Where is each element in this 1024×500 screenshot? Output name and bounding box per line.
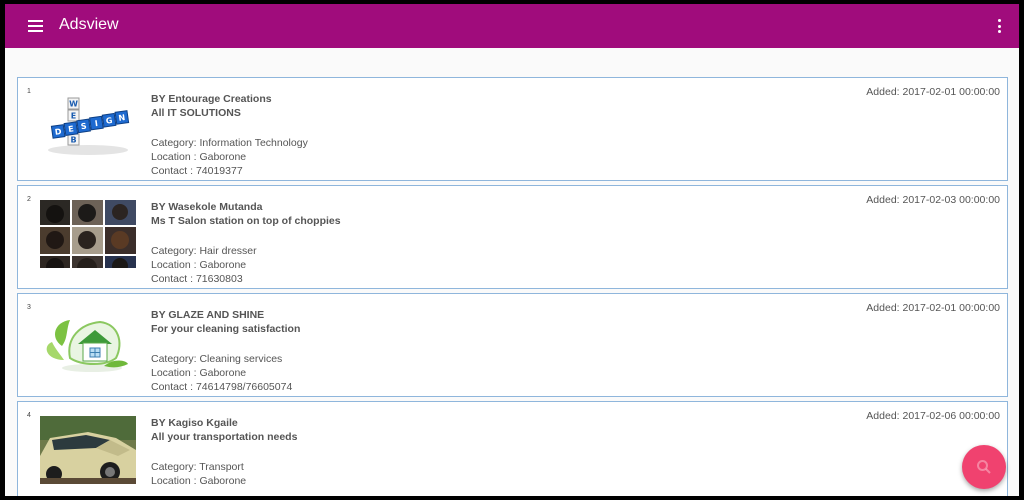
ad-added-date: Added: 2017-02-06 00:00:00 — [866, 410, 1000, 422]
ad-added-date: Added: 2017-02-01 00:00:00 — [866, 302, 1000, 314]
search-fab-button[interactable] — [962, 445, 1006, 489]
ad-headline: All your transportation needs — [151, 431, 298, 443]
ad-contact: Contact : 74019377 — [151, 165, 243, 177]
more-vertical-icon[interactable] — [991, 15, 1007, 37]
app-bar: Adsview — [5, 4, 1019, 48]
ad-index: 1 — [27, 88, 31, 95]
ad-advertiser: BY GLAZE AND SHINE — [151, 309, 265, 321]
ad-index: 3 — [27, 304, 31, 311]
ad-location: Location : Gaborone — [151, 259, 247, 271]
ad-details: BY Kagiso Kgaile All your transportation… — [151, 416, 297, 488]
ad-location: Location : Gaborone — [151, 475, 247, 487]
ads-list: 1 W E B D E S I G N BY Entourage Creatio… — [17, 77, 1008, 496]
ad-card[interactable]: 3 BY GLAZE AND SHINE For your cleaning s… — [17, 293, 1008, 397]
thumb-letter: W — [69, 100, 78, 109]
car-thumbnail — [40, 416, 136, 484]
thumb-letter: E — [71, 112, 76, 121]
ad-headline: Ms T Salon station on top of choppies — [151, 215, 341, 227]
thumb-letter: G — [105, 116, 113, 126]
ad-index: 2 — [27, 196, 31, 203]
ad-category: Category: Hair dresser — [151, 245, 257, 257]
ad-contact: Contact : 74614798/76605074 — [151, 381, 293, 393]
eco-house-logo-thumbnail — [40, 308, 136, 376]
ad-category: Category: Information Technology — [151, 137, 308, 149]
app-title: Adsview — [59, 16, 119, 33]
ad-card[interactable]: 4 BY Kagiso Kgaile All your transportati… — [17, 401, 1008, 496]
ad-headline: All IT SOLUTIONS — [151, 107, 241, 119]
ad-advertiser: BY Wasekole Mutanda — [151, 201, 263, 213]
ad-added-date: Added: 2017-02-01 00:00:00 — [866, 86, 1000, 98]
ad-location: Location : Gaborone — [151, 367, 247, 379]
search-icon — [977, 460, 991, 474]
thumb-letter: B — [70, 136, 76, 145]
ad-details: BY Wasekole Mutanda Ms T Salon station o… — [151, 200, 341, 286]
ad-index: 4 — [27, 412, 31, 419]
app-screen: Adsview 1 W E B D E S I G N BY Entourage… — [5, 4, 1019, 496]
ad-contact: Contact : 71630803 — [151, 273, 243, 285]
ad-advertiser: BY Entourage Creations — [151, 93, 272, 105]
hamburger-menu-icon[interactable] — [23, 14, 47, 38]
web-design-thumbnail: W E B D E S I G N — [40, 92, 136, 160]
ad-card[interactable]: 1 W E B D E S I G N BY Entourage Creatio… — [17, 77, 1008, 181]
hair-salon-thumbnail — [40, 200, 136, 268]
ad-location: Location : Gaborone — [151, 151, 247, 163]
ad-details: BY GLAZE AND SHINE For your cleaning sat… — [151, 308, 300, 394]
thumb-letter: N — [118, 113, 126, 123]
ad-advertiser: BY Kagiso Kgaile — [151, 417, 238, 429]
ad-category: Category: Transport — [151, 461, 244, 473]
ad-card[interactable]: 2 BY Wasekole Mutanda Ms T Salon station… — [17, 185, 1008, 289]
ad-headline: For your cleaning satisfaction — [151, 323, 301, 335]
ad-added-date: Added: 2017-02-03 00:00:00 — [866, 194, 1000, 206]
ad-category: Category: Cleaning services — [151, 353, 283, 365]
ad-details: BY Entourage Creations All IT SOLUTIONS … — [151, 92, 308, 178]
